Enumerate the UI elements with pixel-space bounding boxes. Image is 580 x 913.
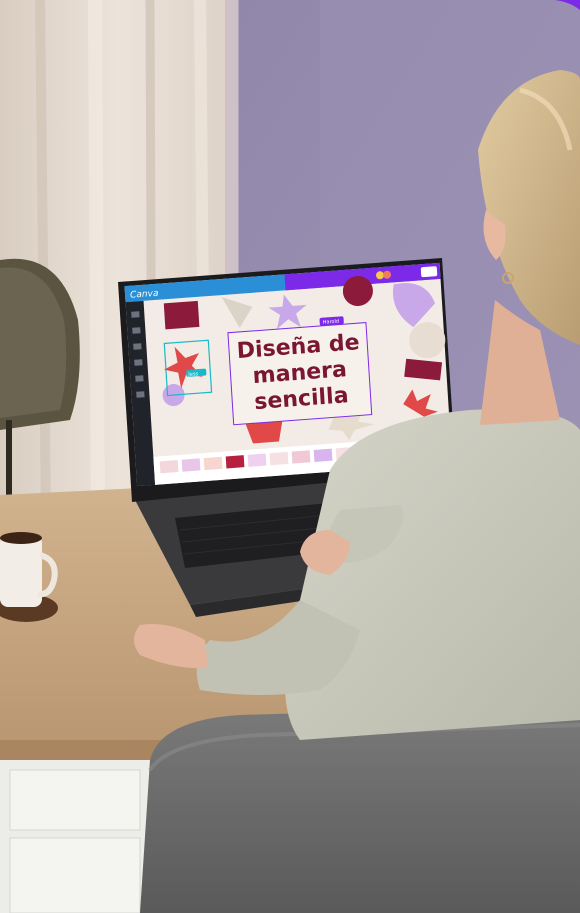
chair xyxy=(140,705,580,913)
photo-scene: Canva Jess Harold Diseña de manera senci… xyxy=(0,0,580,913)
selection-badge: Harold xyxy=(323,319,340,326)
cursor-badge: Jess xyxy=(187,371,199,378)
canva-logo-icon: Canva xyxy=(130,289,159,301)
photo-illustration: Canva Jess Harold Diseña de manera senci… xyxy=(0,0,580,913)
